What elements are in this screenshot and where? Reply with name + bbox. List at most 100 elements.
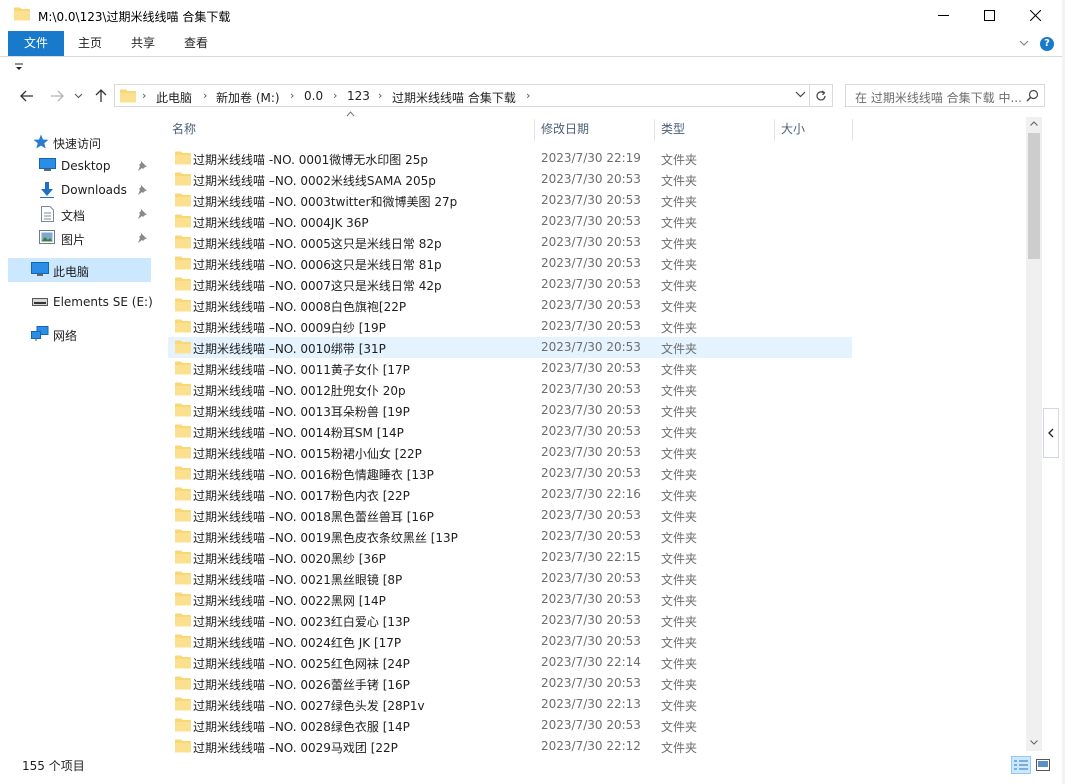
tab-file[interactable]: 文件 [8,31,64,56]
file-row[interactable]: 过期米线线喵 –NO. 0008白色旗袍[22P 2023/7/30 20:53 文… [168,295,852,316]
up-button[interactable] [90,86,112,106]
address-bar[interactable]: › 此电脑 › 新加卷 (M:) › 0.0 › 123 › 过期米线线喵 合集… [114,84,810,107]
help-icon[interactable]: ? [1040,37,1054,51]
file-row[interactable]: 过期米线线喵 –NO. 0024红色 JK [17P 2023/7/30 20:5… [168,631,852,652]
back-button[interactable] [16,86,38,106]
file-type: 文件夹 [661,699,698,713]
file-row[interactable]: 过期米线线喵 –NO. 0021黑丝眼镜 [8P 2023/7/30 20:53 文… [168,568,852,589]
folder-icon [175,277,191,294]
file-row[interactable]: 过期米线线喵 –NO. 0014粉耳SM [14P 2023/7/30 20:53… [168,421,852,442]
file-row[interactable]: 过期米线线喵 -NO. 0001微博无水印图 25p 2023/7/30 22:1… [168,148,852,169]
file-row[interactable]: 过期米线线喵 –NO. 0019黑色皮衣条纹黑丝 [13P 2023/7/30 2… [168,526,852,547]
file-row[interactable]: 过期米线线喵 –NO. 0005这只是米线日常 82p 2023/7/30 20:… [168,232,852,253]
ribbon-expand-chevron-icon[interactable] [1018,37,1030,49]
nav-desktop[interactable]: Desktop [0,154,152,178]
column-type[interactable]: 类型 [661,117,773,141]
file-row[interactable]: 过期米线线喵 –NO. 0011黄子女仆 [17P 2023/7/30 20:53… [168,358,852,379]
column-name[interactable]: 名称 [172,117,532,141]
file-row[interactable]: 过期米线线喵 –NO. 0016粉色情趣睡衣 [13P 2023/7/30 20:… [168,463,852,484]
file-type: 文件夹 [661,153,698,167]
search-box[interactable]: 在 过期米线线喵 合集下载 中... [845,84,1045,107]
details-pane-toggle[interactable] [1043,408,1059,458]
file-row[interactable]: 过期米线线喵 –NO. 0015粉裙小仙女 [22P 2023/7/30 20:5… [168,442,852,463]
breadcrumb-separator-icon[interactable]: › [333,89,337,102]
folder-icon [175,508,191,525]
breadcrumb-this-pc[interactable]: 此电脑 [156,89,192,106]
breadcrumb-folder-00[interactable]: 0.0 [304,89,323,103]
quick-access-toolbar-dropdown-icon[interactable] [14,62,24,72]
nav-quick-access[interactable]: 快速访问 [0,130,152,154]
scroll-up-arrow-icon[interactable] [1030,121,1038,126]
address-history-chevron-icon[interactable] [795,91,806,98]
file-date-modified: 2023/7/30 20:53 [541,445,641,459]
nav-network[interactable]: 网络 [0,322,152,346]
scroll-down-arrow-icon[interactable] [1030,740,1038,745]
file-name: 过期米线线喵 –NO. 0005这只是米线日常 82p [193,237,442,251]
maximize-button[interactable] [966,0,1012,31]
file-row[interactable]: 过期米线线喵 –NO. 0006这只是米线日常 81p 2023/7/30 20:… [168,253,852,274]
file-row[interactable]: 过期米线线喵 –NO. 0002米线线SAMA 205p 2023/7/30 20… [168,169,852,190]
nav-downloads[interactable]: Downloads [0,178,152,202]
details-view-button[interactable] [1011,756,1031,774]
file-type: 文件夹 [661,720,698,734]
file-row[interactable]: 过期米线线喵 –NO. 0018黑色蕾丝兽耳 [16P 2023/7/30 20:… [168,505,852,526]
file-row[interactable]: 过期米线线喵 –NO. 0003twitter和微博美图 27p 2023/7/3… [168,190,852,211]
nav-documents[interactable]: 文档 [0,202,152,226]
file-row[interactable]: 过期米线线喵 –NO. 0022黑网 [14P 2023/7/30 20:53 文件… [168,589,852,610]
folder-icon [175,466,191,483]
refresh-button[interactable] [810,84,833,107]
column-date-modified[interactable]: 修改日期 [541,117,653,141]
column-divider[interactable] [774,119,775,141]
file-row[interactable]: 过期米线线喵 –NO. 0026蕾丝手铐 [16P 2023/7/30 20:53… [168,673,852,694]
file-row[interactable]: 过期米线线喵 –NO. 0009白纱 [19P 2023/7/30 20:53 文件… [168,316,852,337]
file-row[interactable]: 过期米线线喵 –NO. 0027绿色头发 [28P1v 2023/7/30 22:… [168,694,852,715]
file-date-modified: 2023/7/30 20:53 [541,676,641,690]
file-type: 文件夹 [661,447,698,461]
recent-locations-button[interactable] [69,86,87,106]
nav-drive-e[interactable]: Elements SE (E:) [0,290,153,314]
file-row[interactable]: 过期米线线喵 –NO. 0028绿色衣服 [14P 2023/7/30 20:53… [168,715,852,736]
breadcrumb-separator-icon[interactable]: › [290,89,294,102]
column-divider[interactable] [654,119,655,141]
file-name: 过期米线线喵 –NO. 0026蕾丝手铐 [16P [193,678,410,692]
breadcrumb-folder-123[interactable]: 123 [347,89,370,103]
file-row[interactable]: 过期米线线喵 –NO. 0007这只是米线日常 42p 2023/7/30 20:… [168,274,852,295]
breadcrumb-drive[interactable]: 新加卷 (M:) [216,89,280,106]
file-row[interactable]: 过期米线线喵 –NO. 0004JK 36P 2023/7/30 20:53 文件夹 [168,211,852,232]
large-icons-view-button[interactable] [1033,756,1053,774]
file-row[interactable]: 过期米线线喵 –NO. 0017粉色内衣 [22P 2023/7/30 22:16… [168,484,852,505]
file-row[interactable]: 过期米线线喵 –NO. 0020黑纱 [36P 2023/7/30 22:15 文件… [168,547,852,568]
file-name: 过期米线线喵 –NO. 0018黑色蕾丝兽耳 [16P [193,510,434,524]
file-date-modified: 2023/7/30 20:53 [541,340,641,354]
minimize-button[interactable] [920,0,966,31]
file-row[interactable]: 过期米线线喵 –NO. 0010绑带 [31P 2023/7/30 20:53 文件… [168,337,852,358]
tab-home[interactable]: 主页 [66,31,114,56]
file-type: 文件夹 [661,468,698,482]
tab-share[interactable]: 共享 [119,31,167,56]
breadcrumb-current-folder[interactable]: 过期米线线喵 合集下载 [392,89,516,106]
breadcrumb-separator-icon[interactable]: › [378,89,382,102]
file-row[interactable]: 过期米线线喵 –NO. 0013耳朵粉兽 [19P 2023/7/30 20:53… [168,400,852,421]
file-row[interactable]: 过期米线线喵 –NO. 0023红白爱心 [13P 2023/7/30 20:53… [168,610,852,631]
column-size[interactable]: 大小 [781,117,851,141]
nav-this-pc[interactable]: 此电脑 [8,258,151,282]
vertical-scrollbar[interactable] [1026,117,1042,751]
file-row[interactable]: 过期米线线喵 –NO. 0012肚兜女仆 20p 2023/7/30 20:53 文… [168,379,852,400]
file-name: 过期米线线喵 –NO. 0016粉色情趣睡衣 [13P [193,468,434,482]
file-date-modified: 2023/7/30 20:53 [541,277,641,291]
close-button[interactable] [1012,0,1058,31]
forward-button[interactable] [46,86,68,106]
breadcrumb-separator-icon[interactable]: › [203,89,207,102]
breadcrumb-separator-icon[interactable]: › [526,89,530,102]
file-row[interactable]: 过期米线线喵 –NO. 0025红色网袜 [24P 2023/7/30 22:14… [168,652,852,673]
file-date-modified: 2023/7/30 22:13 [541,697,641,711]
nav-desktop-label: Desktop [61,159,111,173]
maximize-icon [983,10,995,21]
tab-view[interactable]: 查看 [172,31,220,56]
column-divider[interactable] [534,119,535,141]
ribbon: 文件 主页 共享 查看 ? [0,31,1065,56]
column-divider[interactable] [852,119,853,141]
scrollbar-thumb[interactable] [1028,133,1040,259]
nav-documents-label: 文档 [61,209,86,223]
nav-pictures[interactable]: 图片 [0,226,152,250]
